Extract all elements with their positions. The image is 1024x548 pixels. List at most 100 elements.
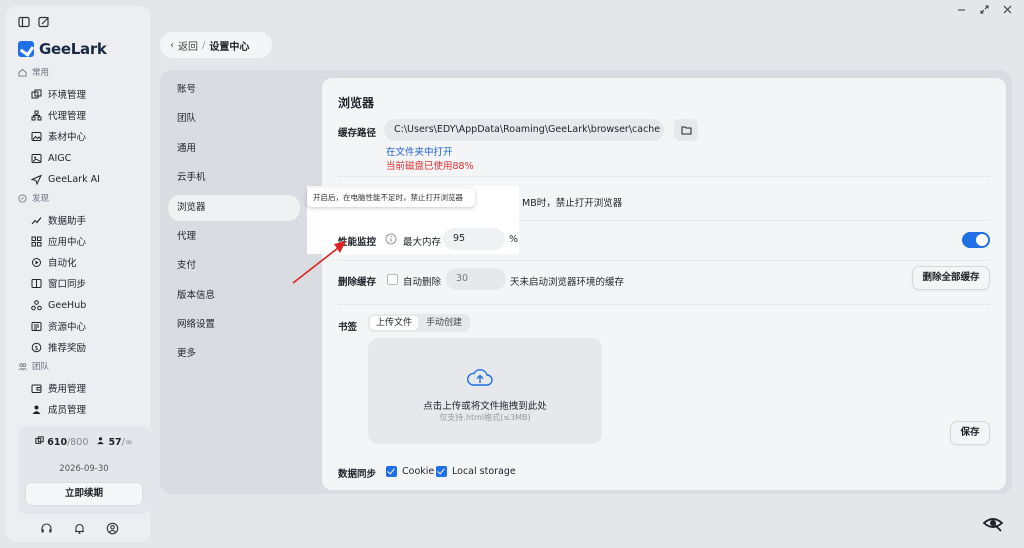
- edit-icon[interactable]: [38, 16, 50, 28]
- sidebar-item-members[interactable]: 成员管理: [30, 401, 86, 417]
- settings-nav-browser[interactable]: 浏览器: [168, 195, 300, 221]
- open-in-folder-link[interactable]: 在文件夹中打开: [386, 144, 453, 158]
- sidebar-item-materials[interactable]: 素材中心: [30, 128, 86, 144]
- members-total: /∞: [121, 437, 133, 448]
- tab-manual-create[interactable]: 手动创建: [420, 316, 468, 330]
- perf-monitor-toggle[interactable]: [962, 232, 990, 248]
- dollar-icon: $: [30, 341, 42, 353]
- info-icon[interactable]: [385, 233, 397, 245]
- sidebar-item-label: 环境管理: [48, 90, 87, 101]
- account-icon[interactable]: [106, 522, 119, 535]
- sidebar-item-referral[interactable]: $ 推荐奖励: [30, 339, 86, 355]
- auto-delete-label: 自动删除: [403, 277, 442, 288]
- sidebar-item-geehub[interactable]: GeeHub: [30, 297, 86, 313]
- bookmark-upload-dropzone[interactable]: 点击上传或将文件拖拽到此处 仅支持.html格式(≤3MB): [368, 338, 602, 444]
- auto-delete-suffix: 天未启动浏览器环境的缓存: [510, 277, 625, 288]
- sidebar-item-automation[interactable]: 自动化: [30, 254, 77, 270]
- settings-nav-network[interactable]: 网络设置: [168, 312, 300, 338]
- settings-nav-account[interactable]: 账号: [168, 77, 300, 103]
- chevron-left-icon[interactable]: ‹: [170, 40, 174, 51]
- sidebar-item-billing[interactable]: 费用管理: [30, 380, 86, 396]
- settings-nav-proxy[interactable]: 代理: [168, 224, 300, 250]
- sidebar-item-label: 代理管理: [48, 111, 87, 122]
- upload-subhint: 仅支持.html格式(≤3MB): [439, 413, 531, 422]
- divider: [338, 260, 990, 261]
- profile-quota: 610/800: [35, 436, 88, 448]
- bell-icon[interactable]: [73, 522, 86, 535]
- save-bookmarks-button[interactable]: 保存: [950, 421, 990, 445]
- folder-icon: [681, 126, 691, 135]
- bookmark-mode-tabs: 上传文件 手动创建: [368, 314, 471, 332]
- breadcrumb: ‹ 返回 / 设置中心: [160, 32, 272, 58]
- cookie-label: Cookie: [402, 466, 435, 477]
- close-icon[interactable]: [1003, 5, 1012, 17]
- sidebar-item-label: 数据助手: [48, 216, 87, 227]
- profiles-total: /800: [67, 437, 89, 448]
- folder-button[interactable]: [674, 119, 698, 141]
- wallet-icon: [30, 382, 42, 394]
- sidebar-item-geelark-ai[interactable]: GeeLark AI: [30, 171, 100, 187]
- local-storage-checkbox[interactable]: [436, 466, 447, 477]
- settings-nav-version[interactable]: 版本信息: [168, 283, 300, 309]
- restore-icon[interactable]: [980, 5, 989, 17]
- cookie-checkbox[interactable]: [386, 466, 397, 477]
- sidebar-top-icons: [18, 16, 50, 28]
- window-sync-icon: [30, 277, 42, 289]
- back-link[interactable]: 返回: [178, 38, 198, 53]
- sidebar-item-proxy[interactable]: 代理管理: [30, 107, 86, 123]
- settings-nav-cloud-phone[interactable]: 云手机: [168, 165, 300, 191]
- sidebar-item-label: GeeLark AI: [48, 173, 100, 185]
- sidebar-item-window-sync[interactable]: 窗口同步: [30, 275, 86, 291]
- minimize-icon[interactable]: [957, 5, 966, 17]
- sidebar-item-aigc[interactable]: AIGC: [30, 150, 71, 166]
- sidebar-item-app-center[interactable]: 应用中心: [30, 233, 86, 249]
- max-memory-label: 最大内存: [403, 237, 442, 248]
- geelark-logo-icon: [18, 41, 34, 57]
- settings-nav-general[interactable]: 通用: [168, 136, 300, 162]
- sidebar-item-label: 素材中心: [48, 132, 87, 143]
- sidebar-item-label: 成员管理: [48, 405, 87, 416]
- settings-nav-payment[interactable]: 支付: [168, 253, 300, 279]
- sidebar-item-label: 应用中心: [48, 237, 87, 248]
- auto-delete-checkbox[interactable]: [387, 274, 398, 285]
- user-icon: [97, 437, 105, 445]
- page-title: 设置中心: [209, 41, 250, 53]
- breadcrumb-separator: /: [202, 39, 206, 51]
- app-logo: GeeLark: [18, 40, 107, 58]
- local-storage-label: Local storage: [452, 466, 516, 477]
- team-icon: [18, 362, 27, 370]
- eye-icon[interactable]: [982, 512, 1004, 534]
- image-icon: [30, 130, 42, 142]
- tab-upload-file[interactable]: 上传文件: [370, 316, 419, 330]
- max-memory-input[interactable]: 95: [443, 228, 505, 250]
- members-used: 57: [108, 437, 122, 448]
- cache-path-label: 缓存路径: [338, 128, 377, 139]
- sidebar-item-label: 推荐奖励: [48, 343, 87, 354]
- cache-path-field[interactable]: C:\Users\EDY\AppData\Roaming\GeeLark\bro…: [384, 119, 664, 141]
- svg-text:$: $: [34, 344, 38, 352]
- disk-usage-warning: 当前磁盘已使用88%: [386, 161, 474, 172]
- quota-counts: 610/800 57/∞: [18, 436, 150, 448]
- support-icon[interactable]: [40, 522, 53, 535]
- profiles-used: 610: [47, 437, 68, 448]
- renew-button[interactable]: 立即续期: [25, 482, 143, 506]
- sidebar-item-label: 自动化: [48, 258, 77, 269]
- section-title: 常用: [32, 68, 50, 78]
- sidebar-item-environments[interactable]: 环境管理: [30, 86, 86, 102]
- upload-hint: 点击上传或将文件拖拽到此处: [423, 401, 547, 412]
- sidebar-item-resources[interactable]: 资源中心: [30, 318, 86, 334]
- sidebar-item-data-assistant[interactable]: 数据助手: [30, 212, 86, 228]
- settings-nav-more[interactable]: 更多: [168, 341, 300, 367]
- sidebar-toggle-icon[interactable]: [18, 16, 30, 28]
- perf-monitor-tooltip: 开启后，在电脑性能不足时，禁止打开浏览器: [307, 188, 475, 207]
- user-icon: [30, 403, 42, 415]
- auto-delete-days-input[interactable]: 30: [446, 268, 506, 290]
- member-quota: 57/∞: [96, 436, 133, 448]
- sidebar-item-label: AIGC: [48, 152, 72, 164]
- settings-nav-team[interactable]: 团队: [168, 106, 300, 132]
- chart-line-icon: [30, 214, 42, 226]
- apps-icon: [30, 235, 42, 247]
- delete-all-cache-button[interactable]: 删除全部缓存: [912, 266, 990, 290]
- section-common: 常用: [18, 66, 49, 78]
- sidebar-item-label: 费用管理: [48, 384, 87, 395]
